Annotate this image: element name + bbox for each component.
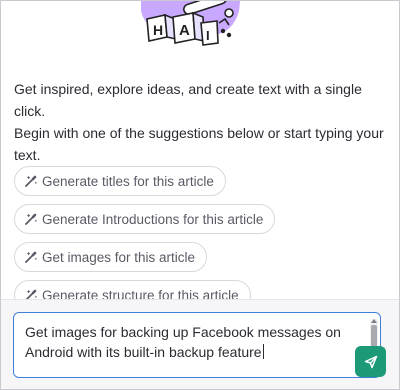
hai-blocks-illustration: H A I (121, 1, 261, 53)
prompt-input[interactable]: Get images for backing up Facebook messa… (13, 312, 381, 378)
dot (220, 28, 226, 34)
intro-line-2: Begin with one of the suggestions below … (14, 125, 384, 163)
magic-wand-icon (24, 212, 38, 226)
text-caret (262, 344, 264, 359)
prompt-input-text[interactable]: Get images for backing up Facebook messa… (25, 322, 355, 362)
illustration-svg: H A I (141, 1, 241, 46)
dot (226, 32, 232, 38)
block-a: A (172, 11, 205, 44)
suggestion-get-images[interactable]: Get images for this article (14, 242, 208, 272)
suggestion-generate-introductions[interactable]: Generate Introductions for this article (14, 204, 276, 234)
block-i: I (200, 20, 219, 46)
suggestion-label: Generate Introductions for this article (42, 211, 264, 227)
svg-text:A: A (179, 22, 190, 39)
svg-text:I: I (206, 28, 210, 43)
prompt-input-value: Get images for backing up Facebook messa… (25, 324, 341, 360)
intro-text: Get inspired, explore ideas, and create … (14, 78, 386, 166)
suggestion-label: Generate structure for this article (42, 287, 239, 300)
block-h: H (146, 13, 177, 42)
arm-joint (224, 8, 234, 18)
suggestion-list: Generate titles for this article Generat… (14, 166, 386, 299)
magic-wand-icon (24, 174, 38, 188)
ai-writer-panel: H A I Get inspired, explore ideas, and c… (0, 0, 400, 390)
suggestion-label: Generate titles for this article (42, 173, 214, 189)
suggestion-label: Get images for this article (42, 249, 196, 265)
composer: Get images for backing up Facebook messa… (1, 299, 399, 389)
suggestion-generate-structure[interactable]: Generate structure for this article (14, 280, 251, 299)
intro-line-1: Get inspired, explore ideas, and create … (14, 81, 362, 119)
send-icon (364, 355, 377, 368)
magic-wand-icon (24, 288, 38, 299)
svg-text:H: H (153, 22, 163, 38)
magic-wand-icon (24, 250, 38, 264)
suggestion-generate-titles[interactable]: Generate titles for this article (14, 166, 226, 196)
scroll-up-arrow-icon[interactable] (371, 319, 377, 323)
send-button[interactable] (355, 346, 386, 377)
